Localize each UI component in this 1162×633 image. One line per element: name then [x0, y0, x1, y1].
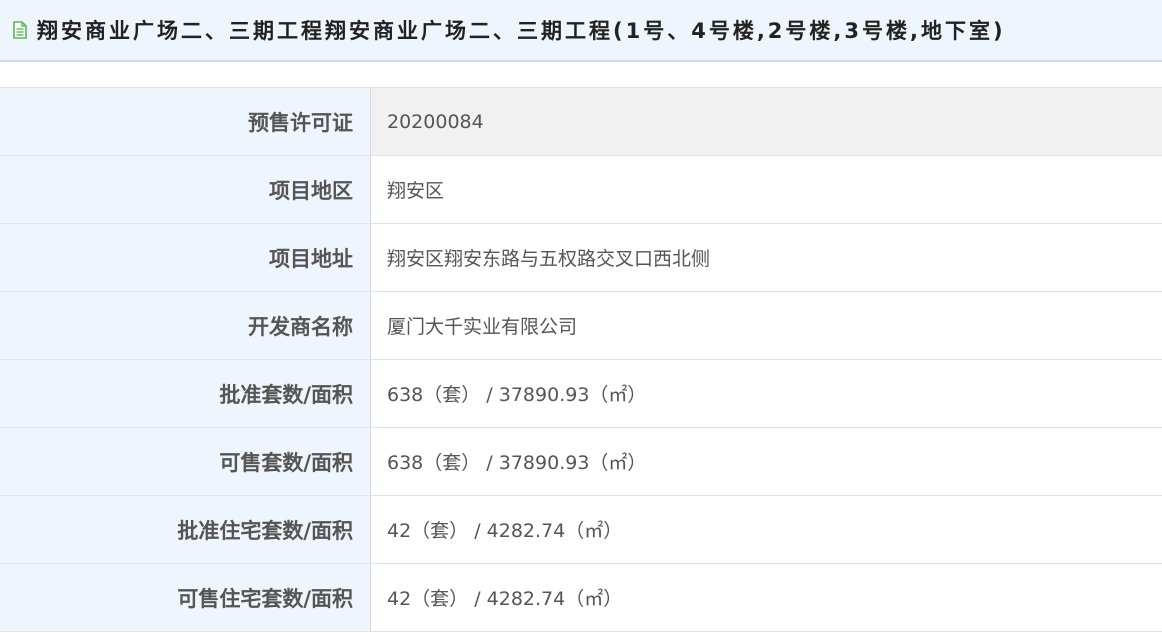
row-value: 42（套） / 4282.74（㎡） [371, 496, 1162, 563]
row-value: 20200084 [371, 88, 1162, 155]
row-value: 638（套） / 37890.93（㎡） [371, 360, 1162, 427]
project-info-table: 预售许可证 20200084 项目地区 翔安区 项目地址 翔安区翔安东路与五权路… [0, 87, 1162, 632]
table-row: 批准住宅套数/面积 42（套） / 4282.74（㎡） [0, 496, 1162, 564]
table-row: 预售许可证 20200084 [0, 88, 1162, 156]
table-row: 可售住宅套数/面积 42（套） / 4282.74（㎡） [0, 564, 1162, 632]
page-header: 翔安商业广场二、三期工程翔安商业广场二、三期工程(1号、4号楼,2号楼,3号楼,… [0, 0, 1162, 62]
document-icon [13, 21, 27, 39]
row-value: 42（套） / 4282.74（㎡） [371, 564, 1162, 631]
row-value: 638（套） / 37890.93（㎡） [371, 428, 1162, 495]
row-label: 预售许可证 [0, 88, 371, 155]
row-label: 批准住宅套数/面积 [0, 496, 371, 563]
page-title: 翔安商业广场二、三期工程翔安商业广场二、三期工程(1号、4号楼,2号楼,3号楼,… [37, 19, 1006, 43]
table-row: 批准套数/面积 638（套） / 37890.93（㎡） [0, 360, 1162, 428]
row-label: 批准套数/面积 [0, 360, 371, 427]
row-value: 翔安区 [371, 156, 1162, 223]
row-value: 翔安区翔安东路与五权路交叉口西北侧 [371, 224, 1162, 291]
table-row: 项目地区 翔安区 [0, 156, 1162, 224]
table-row: 开发商名称 厦门大千实业有限公司 [0, 292, 1162, 360]
row-label: 项目地址 [0, 224, 371, 291]
table-row: 项目地址 翔安区翔安东路与五权路交叉口西北侧 [0, 224, 1162, 292]
row-label: 可售住宅套数/面积 [0, 564, 371, 631]
row-label: 项目地区 [0, 156, 371, 223]
row-value: 厦门大千实业有限公司 [371, 292, 1162, 359]
table-row: 可售套数/面积 638（套） / 37890.93（㎡） [0, 428, 1162, 496]
row-label: 可售套数/面积 [0, 428, 371, 495]
row-label: 开发商名称 [0, 292, 371, 359]
